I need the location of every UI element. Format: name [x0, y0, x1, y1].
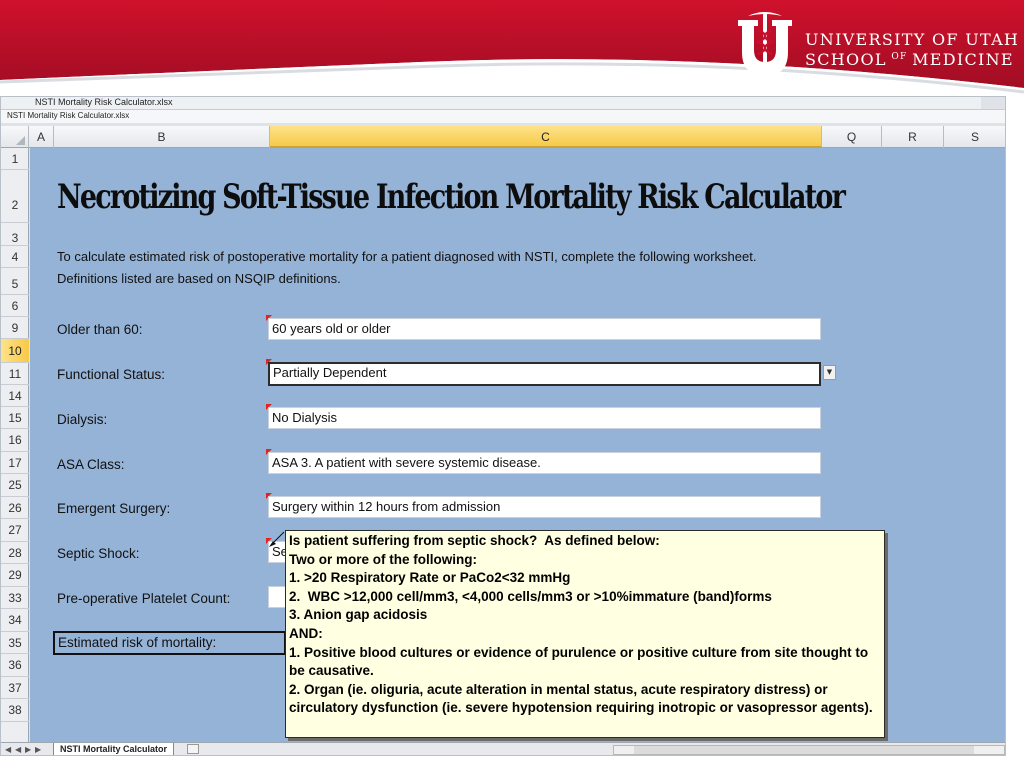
- comment-line: Is patient suffering from septic shock? …: [289, 533, 660, 548]
- window-title-bar: NSTI Mortality Risk Calculator.xlsx: [1, 109, 1005, 123]
- insert-sheet-icon[interactable]: [187, 744, 199, 754]
- column-header-r[interactable]: R: [882, 126, 944, 148]
- emergent-surgery-cell[interactable]: Surgery within 12 hours from admission: [268, 496, 821, 518]
- row-header-4[interactable]: 4: [1, 246, 29, 268]
- select-all-button[interactable]: [1, 126, 29, 148]
- row-header-35[interactable]: 35: [1, 632, 29, 654]
- row-header-26[interactable]: 26: [1, 497, 29, 519]
- row-header-34[interactable]: 34: [1, 609, 29, 632]
- column-header-s[interactable]: S: [944, 126, 1005, 148]
- row-header-2[interactable]: 2: [1, 170, 29, 223]
- comment-line: AND:: [289, 625, 323, 641]
- last-sheet-icon[interactable]: ▶: [35, 745, 41, 754]
- functional-status-cell[interactable]: Partially Dependent: [268, 362, 821, 386]
- row-header-1[interactable]: 1: [1, 148, 29, 170]
- dropdown-arrow-button[interactable]: ▼: [823, 365, 836, 380]
- excel-window: NSTI Mortality Risk Calculator.xlsx NSTI…: [0, 96, 1006, 756]
- row-header-37[interactable]: 37: [1, 677, 29, 699]
- row-header-10[interactable]: 10: [1, 339, 29, 363]
- row-header-5[interactable]: 5: [1, 268, 29, 295]
- row-header-6[interactable]: 6: [1, 295, 29, 317]
- row-header-33[interactable]: 33: [1, 587, 29, 609]
- estimated-mortality-label: Estimated risk of mortality:: [53, 631, 286, 655]
- row-header-11[interactable]: 11: [1, 363, 29, 385]
- row-header-16[interactable]: 16: [1, 429, 29, 452]
- scrollbar-thumb[interactable]: [634, 746, 974, 754]
- row-header-28[interactable]: 28: [1, 542, 29, 564]
- prev-sheet-icon[interactable]: ◀: [15, 745, 21, 754]
- column-header-b[interactable]: B: [54, 126, 270, 148]
- row-header-14[interactable]: 14: [1, 385, 29, 407]
- first-sheet-icon[interactable]: ◀: [5, 745, 11, 754]
- column-header-q[interactable]: Q: [822, 126, 882, 148]
- comment-line: 3. Anion gap acidosis: [289, 607, 428, 623]
- cell-comment-popup: Is patient suffering from septic shock? …: [285, 530, 885, 738]
- chevron-down-icon: ▼: [826, 368, 833, 376]
- asa-class-cell[interactable]: ASA 3. A patient with severe systemic di…: [268, 452, 821, 474]
- row-header-3[interactable]: 3: [1, 223, 29, 246]
- field-label-platelet-count: Pre-operative Platelet Count:: [57, 591, 231, 606]
- comment-line: 2. WBC >12,000 cell/mm3, <4,000 cells/mm…: [289, 588, 772, 604]
- logo-text-university: UNIVERSITY OF UTAH: [805, 30, 1020, 49]
- logo-text-of: OF: [891, 52, 908, 62]
- comment-line: 1. >20 Respiratory Rate or PaCo2<32 mmHg: [289, 570, 571, 586]
- column-header-c[interactable]: C: [270, 126, 822, 148]
- caduceus-block-u-icon: [738, 12, 792, 76]
- row-header-17[interactable]: 17: [1, 452, 29, 474]
- next-sheet-icon[interactable]: ▶: [25, 745, 31, 754]
- row-header-15[interactable]: 15: [1, 407, 29, 429]
- comment-pointer-arrow: [269, 531, 285, 547]
- row-header-27[interactable]: 27: [1, 519, 29, 542]
- row-header-column: 1 2 3 4 5 6 9 10 11 14 15 16 17 25 26 27…: [1, 148, 29, 742]
- background-window-title: NSTI Mortality Risk Calculator.xlsx: [35, 97, 173, 107]
- row-header-29[interactable]: 29: [1, 564, 29, 587]
- comment-line: Two or more of the following:: [289, 551, 477, 567]
- slide-banner: UNIVERSITY OF UTAH SCHOOL OF MEDICINE: [0, 0, 1024, 110]
- row-header-36[interactable]: 36: [1, 654, 29, 677]
- column-header-row: A B C Q R S: [1, 126, 1005, 148]
- sheet-tab-nsti-calculator[interactable]: NSTI Mortality Calculator: [53, 743, 175, 755]
- background-window-title-bar: NSTI Mortality Risk Calculator.xlsx: [1, 97, 981, 109]
- dialysis-cell[interactable]: No Dialysis: [268, 407, 821, 429]
- sheet-tab-bar: ◀ ◀ ▶ ▶ NSTI Mortality Calculator: [1, 742, 1005, 755]
- window-title: NSTI Mortality Risk Calculator.xlsx: [7, 111, 130, 120]
- logo-text-school: SCHOOL OF MEDICINE: [805, 50, 1014, 69]
- older-than-60-cell[interactable]: 60 years old or older: [268, 318, 821, 340]
- comment-line: 1. Positive blood cultures or evidence o…: [289, 644, 872, 679]
- worksheet-grid[interactable]: Necrotizing Soft-Tissue Infection Mortal…: [30, 148, 1005, 742]
- horizontal-scrollbar[interactable]: [613, 745, 1005, 755]
- row-header-9[interactable]: 9: [1, 317, 29, 339]
- column-header-a[interactable]: A: [29, 126, 54, 148]
- row-header-38[interactable]: 38: [1, 699, 29, 722]
- comment-line: 2. Organ (ie. oliguria, acute alteration…: [289, 681, 873, 716]
- row-header-25[interactable]: 25: [1, 474, 29, 497]
